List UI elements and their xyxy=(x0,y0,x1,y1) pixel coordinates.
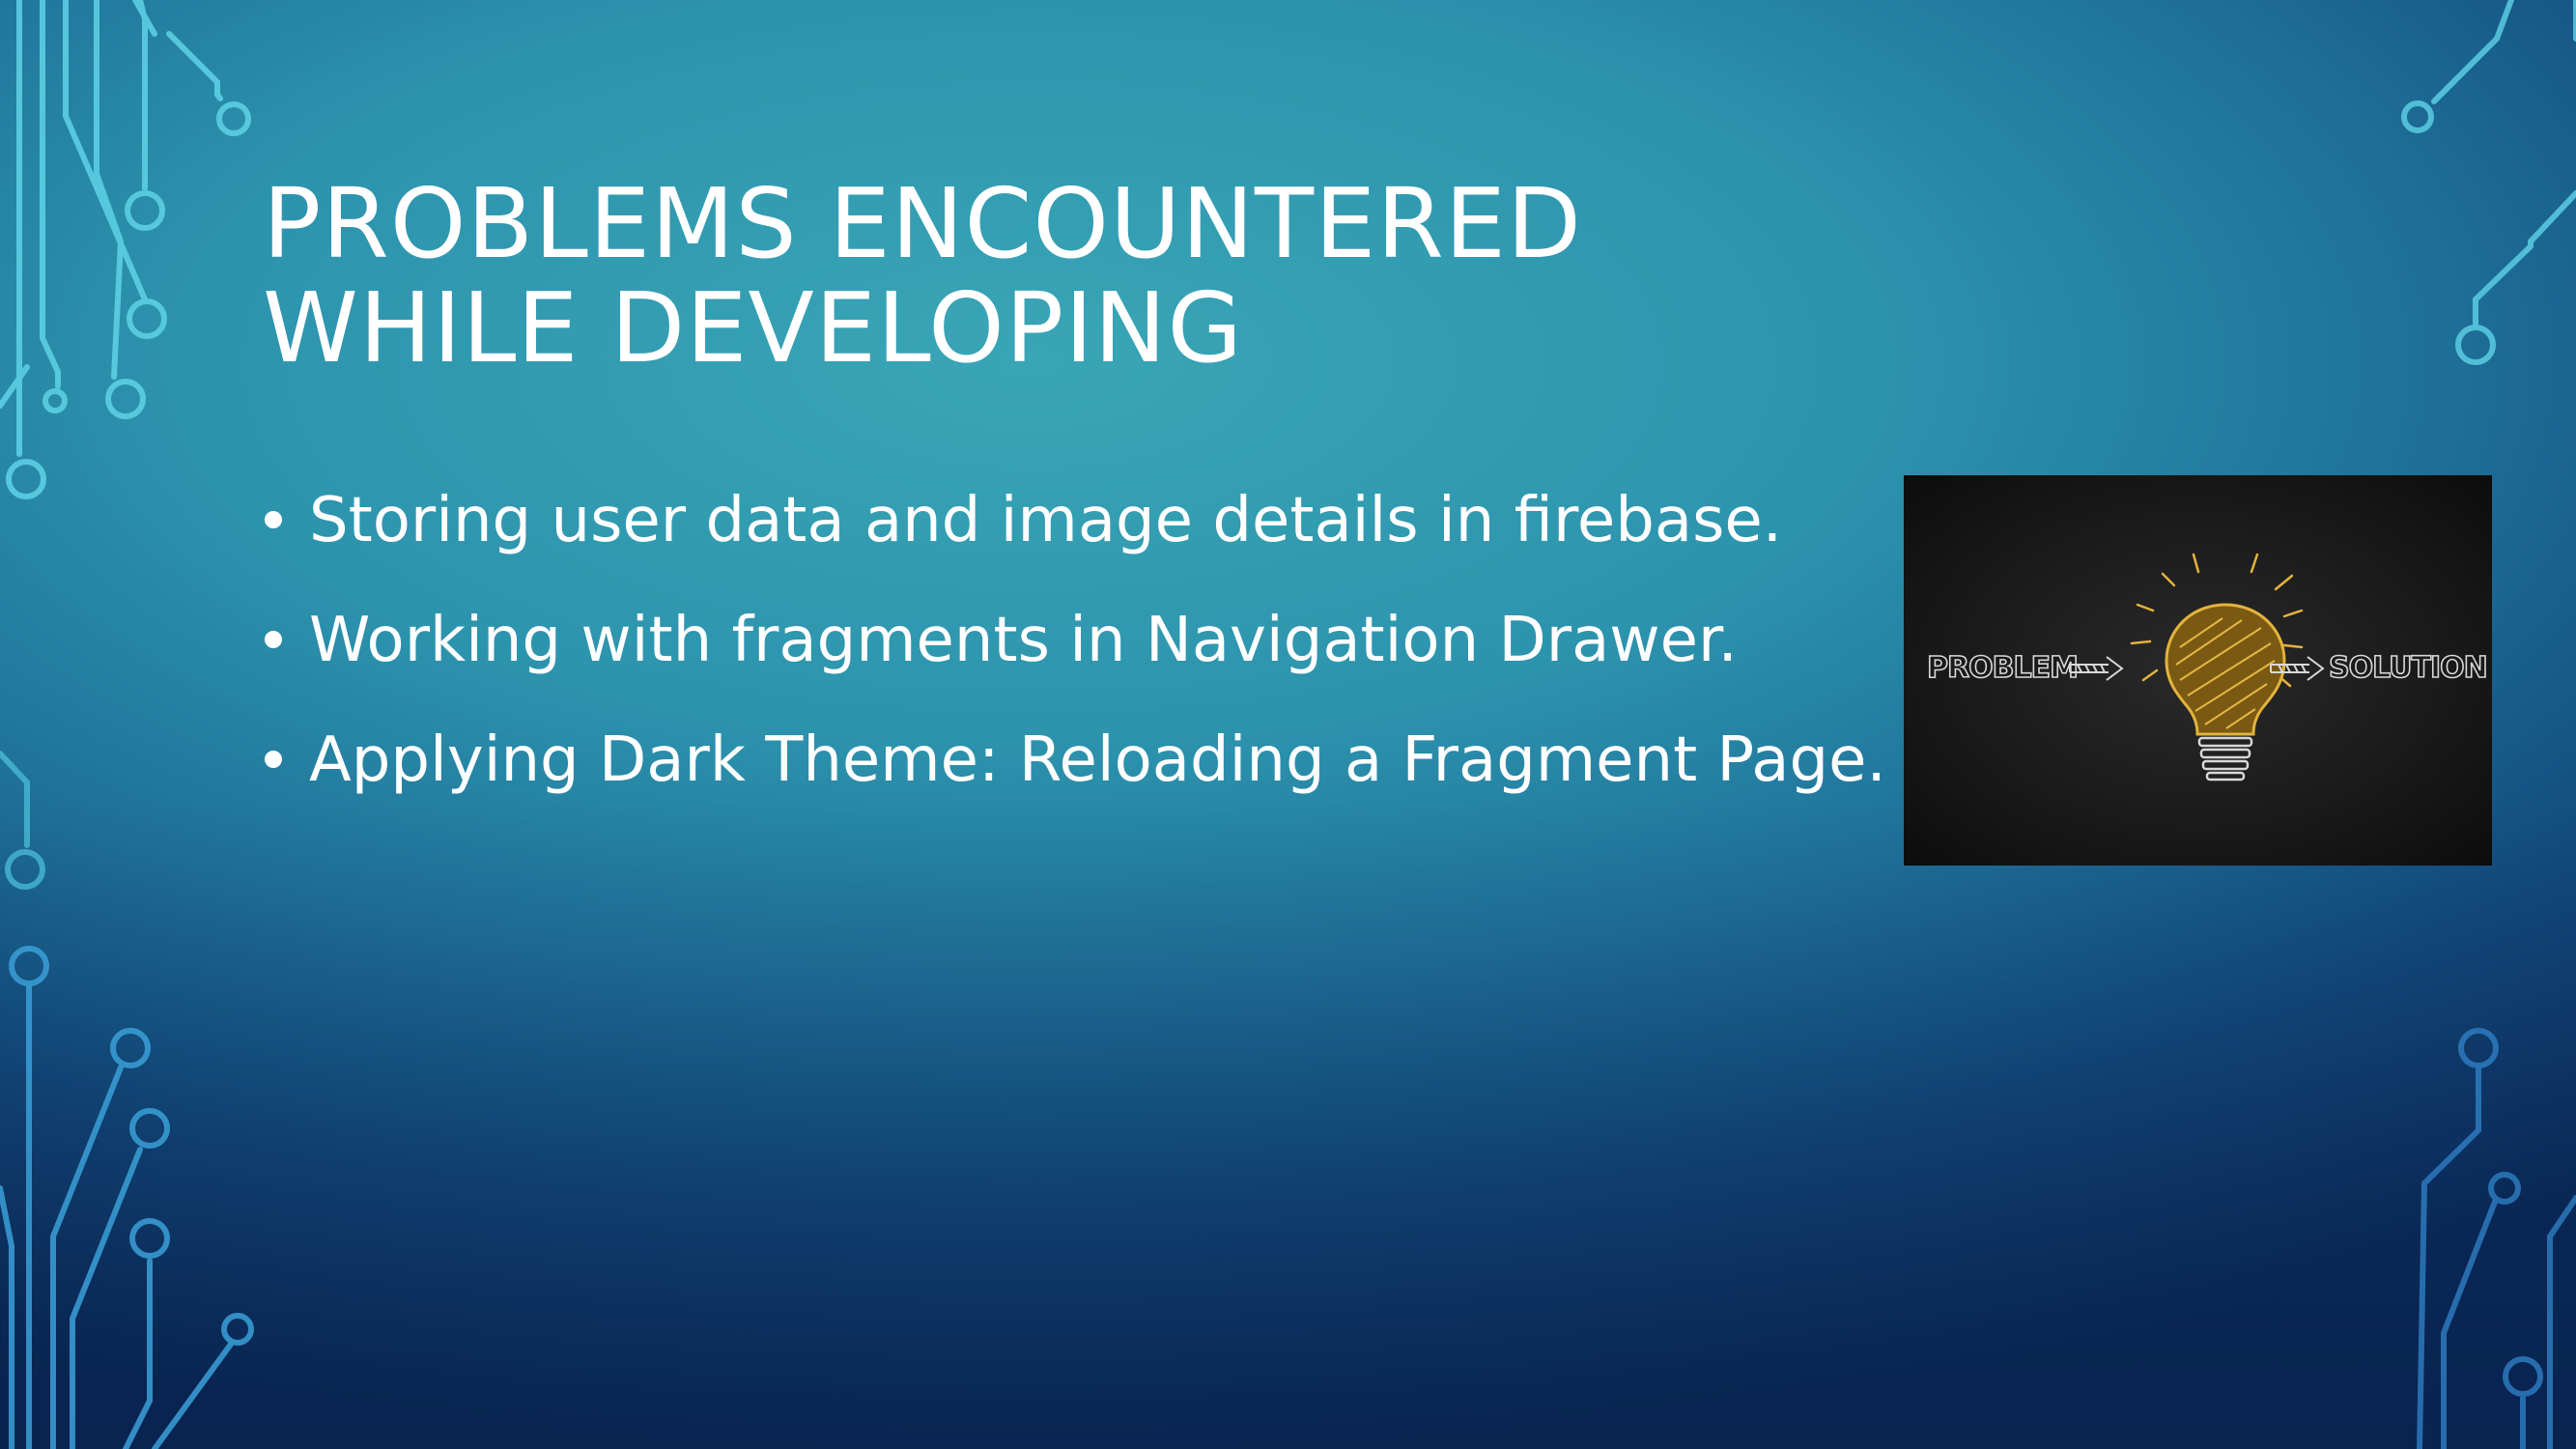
bullet-text: Applying Dark Theme: Reloading a Fragmen… xyxy=(309,724,1886,796)
bullet-item: Applying Dark Theme: Reloading a Fragmen… xyxy=(263,723,1924,798)
bullet-list: Storing user data and image details in f… xyxy=(263,483,1924,842)
slide-title: PROBLEMS ENCOUNTERED WHILE DEVELOPING xyxy=(263,167,1582,384)
bullet-item: Storing user data and image details in f… xyxy=(263,483,1924,558)
bullet-icon xyxy=(265,751,282,768)
bullet-item: Working with fragments in Navigation Dra… xyxy=(263,603,1924,678)
bullet-text: Storing user data and image details in f… xyxy=(309,485,1783,556)
lightbulb-icon xyxy=(2130,553,2304,781)
problem-label: PROBLEM xyxy=(1927,651,2078,685)
bullet-icon xyxy=(265,511,282,528)
slide: PROBLEMS ENCOUNTERED WHILE DEVELOPING St… xyxy=(0,0,2576,1449)
bullet-icon xyxy=(265,631,282,648)
bullet-text: Working with fragments in Navigation Dra… xyxy=(309,605,1738,676)
arrow-right-icon xyxy=(2069,656,2124,681)
problem-solution-image: PROBLEM SOLUTION xyxy=(1904,475,2492,866)
solution-label: SOLUTION xyxy=(2329,651,2487,685)
